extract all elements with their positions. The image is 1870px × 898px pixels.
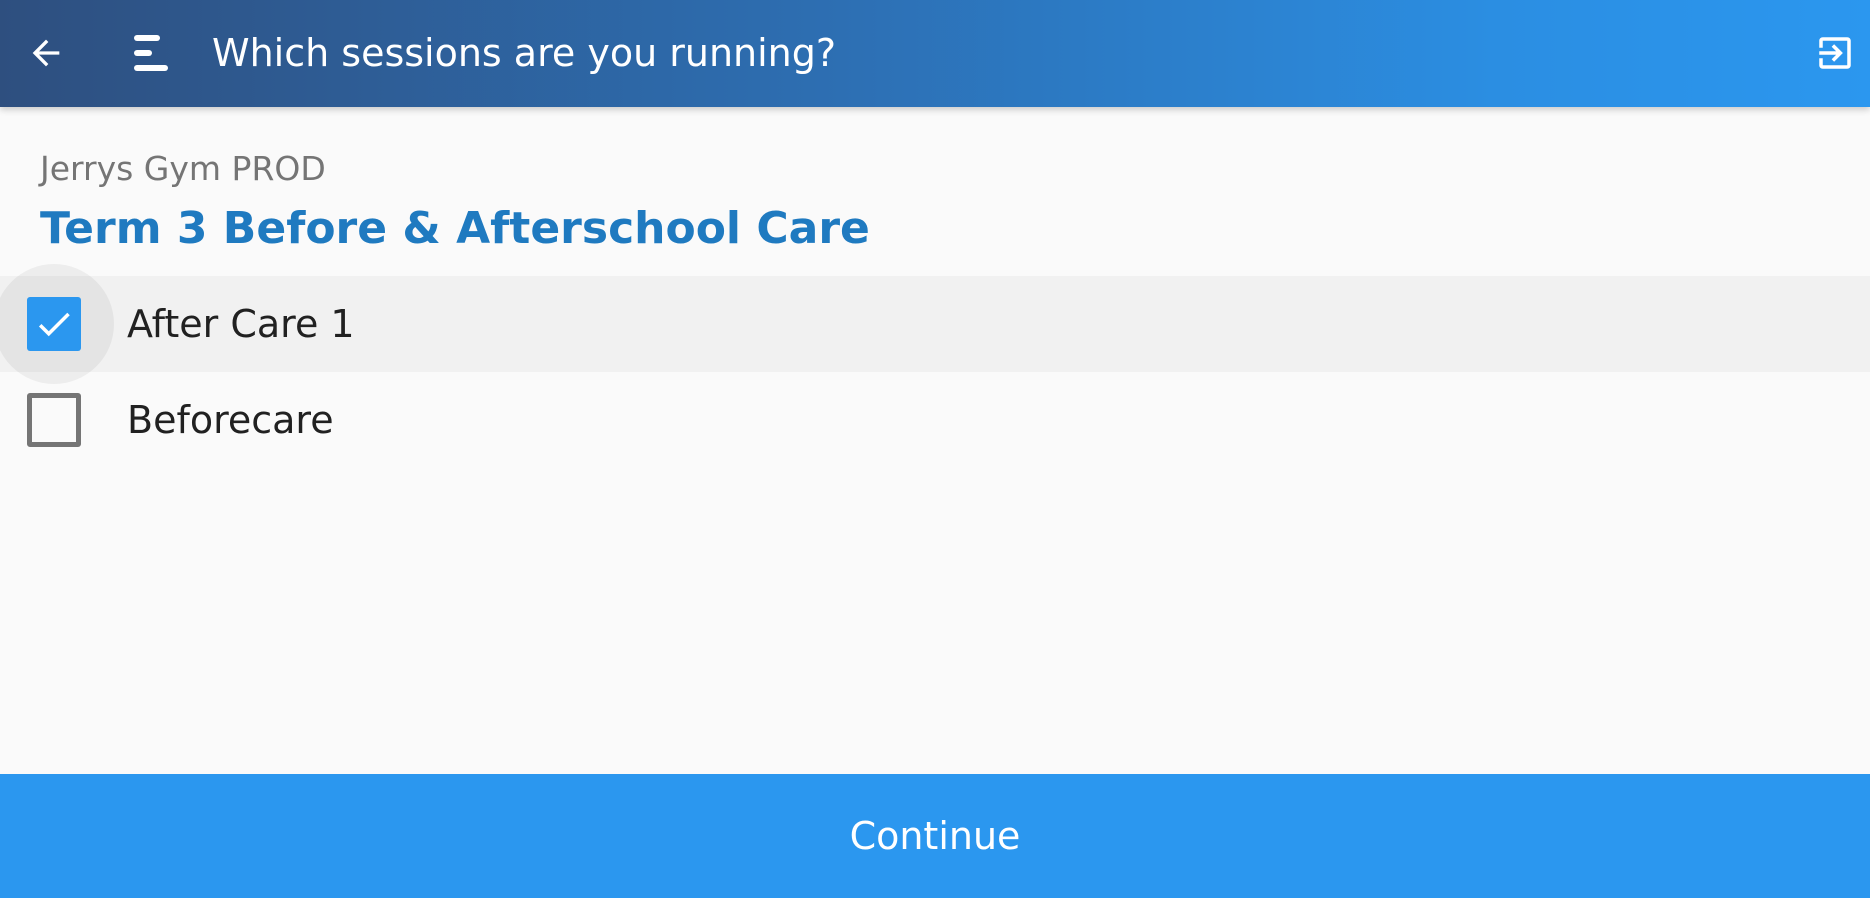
- back-button[interactable]: [18, 22, 74, 84]
- continue-label: Continue: [849, 814, 1021, 858]
- arrow-left-icon: [32, 39, 60, 67]
- main-content: Jerrys Gym PROD Term 3 Before & Aftersch…: [0, 107, 1870, 774]
- app-bar: Which sessions are you running?: [0, 0, 1870, 107]
- session-label: Beforecare: [127, 398, 334, 442]
- check-icon: [38, 312, 70, 337]
- menu-icon: [134, 35, 168, 71]
- exit-button[interactable]: [1808, 22, 1862, 84]
- organization-name: Jerrys Gym PROD: [40, 149, 326, 188]
- session-label: After Care 1: [127, 302, 355, 346]
- session-checkbox-checked[interactable]: [27, 297, 81, 351]
- menu-button[interactable]: [122, 22, 180, 84]
- session-list: After Care 1 Beforecare: [0, 264, 1870, 468]
- continue-button[interactable]: Continue: [0, 774, 1870, 898]
- term-title: Term 3 Before & Afterschool Care: [40, 203, 870, 254]
- session-item-beforecare[interactable]: Beforecare: [0, 372, 1870, 468]
- session-checkbox-unchecked[interactable]: [27, 393, 81, 447]
- app-root: Which sessions are you running? Jerrys G…: [0, 0, 1870, 898]
- exit-to-app-icon: [1819, 37, 1851, 69]
- page-title: Which sessions are you running?: [212, 31, 837, 75]
- session-item-after-care-1[interactable]: After Care 1: [0, 264, 1870, 384]
